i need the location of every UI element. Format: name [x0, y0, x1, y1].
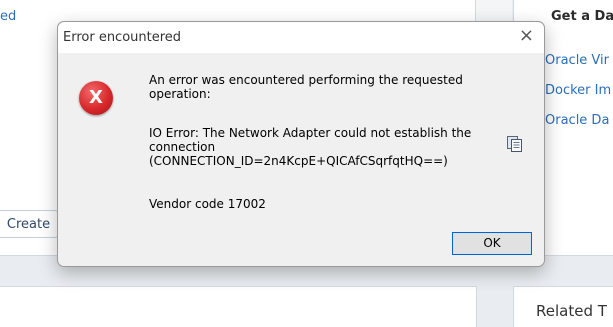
side-link-docker[interactable]: Docker Im [545, 83, 611, 98]
dialog-title: Error encountered [63, 30, 182, 45]
error-icon-letter: X [89, 87, 103, 108]
error-message-header: An error was encountered performing the … [149, 73, 463, 101]
create-button[interactable]: Create [0, 210, 58, 238]
dialog-titlebar[interactable]: Error encountered × [58, 22, 544, 53]
error-message-detail: IO Error: The Network Adapter could not … [149, 126, 489, 168]
copy-icon[interactable] [506, 135, 524, 153]
side-link-oracle-vm[interactable]: Oracle Vir [545, 53, 609, 68]
get-started-title: Get a Da [551, 9, 613, 24]
side-link-oracle-db[interactable]: Oracle Da [545, 113, 609, 128]
error-dialog: Error encountered × X An error was encou… [57, 21, 545, 267]
bottom-left-panel [0, 286, 477, 327]
error-detail-text: IO Error: The Network Adapter could not … [149, 126, 472, 154]
related-title: Related T [536, 302, 607, 320]
ok-button[interactable]: OK [452, 232, 532, 255]
top-link[interactable]: ed [0, 9, 16, 24]
close-icon[interactable]: × [519, 27, 534, 45]
vendor-code-text: Vendor code 17002 [149, 197, 266, 211]
error-icon: X [79, 81, 113, 115]
connection-id-text: (CONNECTION_ID=2n4KcpE+QICAfCSqrfqtHQ==) [149, 154, 448, 168]
